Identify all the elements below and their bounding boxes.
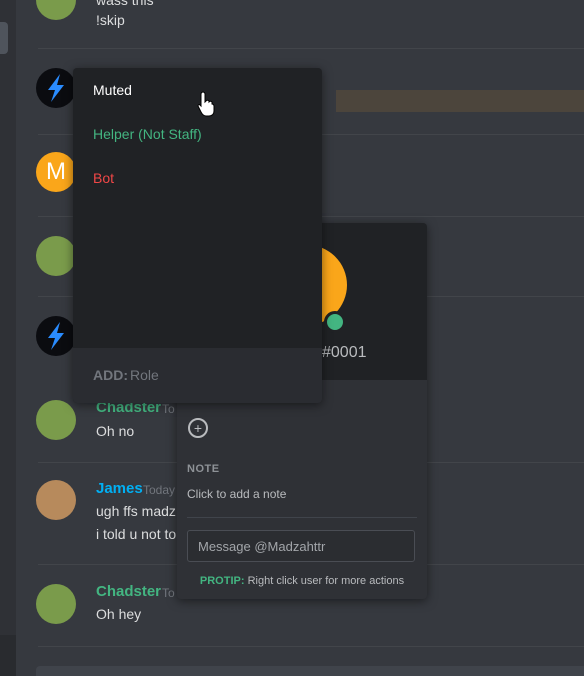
server-rail xyxy=(0,0,16,676)
server-indicator[interactable] xyxy=(0,22,8,54)
message-text: ugh ffs madz xyxy=(96,503,176,519)
protip-label: PROTIP: xyxy=(199,575,245,587)
rail-footer xyxy=(0,635,16,676)
timestamp: Today xyxy=(143,483,176,497)
avatar[interactable]: M xyxy=(36,152,76,192)
timestamp: To xyxy=(162,402,175,416)
username[interactable]: Chadster xyxy=(96,583,161,600)
lightning-avatar[interactable] xyxy=(36,316,76,356)
direct-message-input[interactable] xyxy=(187,530,415,562)
hamster-avatar[interactable] xyxy=(36,480,76,520)
role-option-bot[interactable]: Bot xyxy=(93,170,114,186)
divider xyxy=(187,517,417,518)
username[interactable]: James xyxy=(96,480,143,497)
role-option-muted[interactable]: Muted xyxy=(93,82,132,98)
link-avatar[interactable] xyxy=(36,400,76,440)
message-text: Oh hey xyxy=(96,606,142,622)
link-avatar[interactable] xyxy=(36,584,76,624)
role-option-helper[interactable]: Helper (Not Staff) xyxy=(93,126,202,142)
timestamp: To xyxy=(162,586,175,600)
lightning-avatar[interactable] xyxy=(36,68,76,108)
online-status-icon xyxy=(324,311,346,333)
plus-icon[interactable]: + xyxy=(188,418,208,438)
message-composer[interactable] xyxy=(36,666,584,676)
role-search-input[interactable]: Role xyxy=(130,367,159,383)
note-label: NOTE xyxy=(187,463,220,475)
message-text: i told u not to xyxy=(96,526,177,542)
message-divider xyxy=(38,48,584,49)
role-search-bar[interactable]: ADD: Role xyxy=(73,348,322,403)
role-picker-popup: Muted Helper (Not Staff) Bot ADD: Role xyxy=(73,68,322,403)
hand-cursor-icon xyxy=(197,91,215,117)
message-divider xyxy=(38,646,584,647)
add-role-label: ADD: xyxy=(93,367,128,383)
avatar-letter: M xyxy=(46,158,66,185)
note-field[interactable]: Click to add a note xyxy=(187,487,286,501)
protip: PROTIP: Right click user for more action… xyxy=(177,575,427,587)
protip-text: Right click user for more actions xyxy=(244,575,405,587)
mention-highlight xyxy=(336,90,584,112)
avatar[interactable] xyxy=(36,0,76,20)
message-text: !skip xyxy=(96,12,125,28)
link-avatar[interactable] xyxy=(36,236,76,276)
user-discriminator: #0001 xyxy=(322,344,367,361)
message-text: wass this xyxy=(96,0,154,8)
message-text: Oh no xyxy=(96,423,135,439)
